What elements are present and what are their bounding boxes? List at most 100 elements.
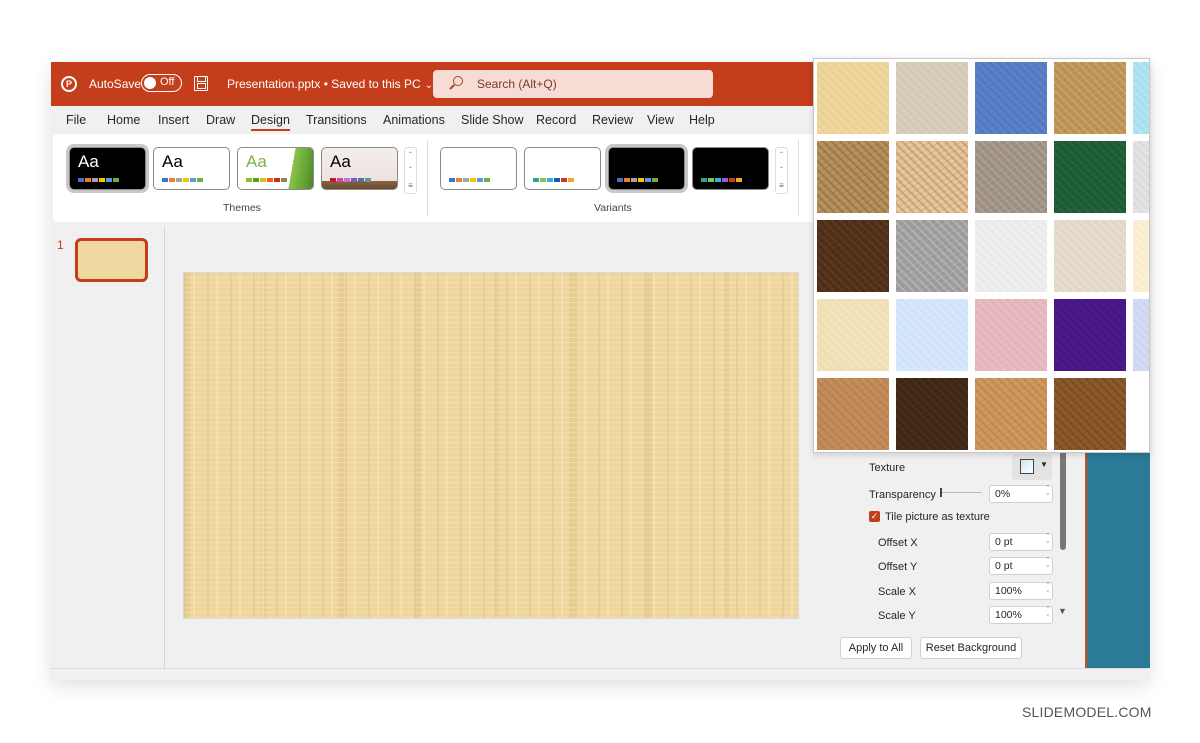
- color-swatch: [183, 178, 189, 182]
- spinner-arrows-icon[interactable]: ˆˇ: [1047, 534, 1049, 550]
- texture-tile[interactable]: [1133, 299, 1149, 371]
- spinner-arrows-icon[interactable]: ˆˇ: [1047, 486, 1049, 502]
- texture-tile[interactable]: [1133, 220, 1149, 292]
- search-box[interactable]: Search (Alt+Q): [433, 70, 713, 98]
- texture-tile[interactable]: [817, 378, 889, 450]
- offset-y-input[interactable]: 0 pt ˆ ˇ: [989, 557, 1053, 575]
- offset-x-label: Offset X: [878, 537, 918, 549]
- transparency-slider[interactable]: [940, 488, 982, 497]
- color-swatch: [729, 178, 735, 182]
- color-swatch: [554, 178, 560, 182]
- texture-tile[interactable]: [1133, 62, 1149, 134]
- tab-insert[interactable]: Insert: [158, 113, 189, 127]
- color-swatch: [99, 178, 105, 182]
- apply-to-all-button[interactable]: Apply to All: [840, 637, 912, 659]
- transparency-input[interactable]: 0% ˆ ˇ: [989, 485, 1053, 503]
- theme-thumbnail[interactable]: Aa: [153, 147, 230, 190]
- texture-tile[interactable]: [1133, 141, 1149, 213]
- tab-draw[interactable]: Draw: [206, 113, 235, 127]
- texture-picker-button[interactable]: ▼: [1012, 454, 1052, 480]
- tab-animations[interactable]: Animations: [383, 113, 445, 127]
- tile-checkbox[interactable]: ✓: [869, 511, 880, 522]
- color-swatch: [561, 178, 567, 182]
- variant-thumbnail[interactable]: [605, 144, 688, 193]
- slide-thumbnail[interactable]: [75, 238, 148, 282]
- pane-scrollbar[interactable]: ▼: [1058, 436, 1068, 616]
- variants-scroll[interactable]: ˆ ˇ ≡: [775, 147, 788, 194]
- spinner-arrows-icon[interactable]: ˆˇ: [1047, 583, 1049, 599]
- texture-tile[interactable]: [896, 220, 968, 292]
- spinner-arrows-icon[interactable]: ˆˇ: [1047, 607, 1049, 623]
- texture-tile[interactable]: [975, 62, 1047, 134]
- texture-tile[interactable]: [817, 62, 889, 134]
- spinner-arrows-icon[interactable]: ˆˇ: [1047, 558, 1049, 574]
- group-divider: [427, 140, 428, 216]
- texture-tile[interactable]: [817, 141, 889, 213]
- document-title[interactable]: Presentation.pptx • Saved to this PC ⌄: [227, 77, 433, 91]
- texture-tile[interactable]: [1054, 299, 1126, 371]
- save-icon[interactable]: [194, 76, 208, 91]
- color-swatch: [176, 178, 182, 182]
- color-swatches: [533, 178, 574, 182]
- reset-background-button[interactable]: Reset Background: [920, 637, 1022, 659]
- slide-number: 1: [57, 238, 64, 252]
- theme-thumbnail[interactable]: Aa: [321, 147, 398, 190]
- color-swatch: [274, 178, 280, 182]
- tab-transitions[interactable]: Transitions: [306, 113, 367, 127]
- scale-y-value: 100%: [995, 609, 1022, 621]
- tab-view[interactable]: View: [647, 113, 674, 127]
- powerpoint-logo-icon: P: [61, 76, 77, 92]
- offset-x-input[interactable]: 0 pt ˆ ˇ: [989, 533, 1053, 551]
- tab-record[interactable]: Record: [536, 113, 576, 127]
- texture-tile[interactable]: [817, 220, 889, 292]
- tab-design[interactable]: Design: [251, 113, 290, 131]
- variant-thumbnail[interactable]: [692, 147, 769, 190]
- scale-y-input[interactable]: 100% ˆ ˇ: [989, 606, 1053, 624]
- texture-tile[interactable]: [1054, 220, 1126, 292]
- tab-slide-show[interactable]: Slide Show: [461, 113, 524, 127]
- scrollbar-thumb[interactable]: [1060, 436, 1066, 550]
- texture-tile[interactable]: [896, 299, 968, 371]
- texture-tile[interactable]: [1054, 62, 1126, 134]
- color-swatches: [617, 178, 658, 182]
- texture-tile[interactable]: [975, 299, 1047, 371]
- tab-home[interactable]: Home: [107, 113, 140, 127]
- color-swatch: [736, 178, 742, 182]
- texture-tile[interactable]: [896, 141, 968, 213]
- themes-scroll[interactable]: ˆ ˇ ≡: [404, 147, 417, 194]
- texture-gallery-dropdown: [813, 58, 1150, 453]
- theme-thumbnail[interactable]: Aa: [237, 147, 314, 190]
- transparency-label: Transparency: [869, 489, 936, 501]
- tab-help[interactable]: Help: [689, 113, 715, 127]
- autosave-toggle[interactable]: Off: [141, 74, 182, 92]
- tab-review[interactable]: Review: [592, 113, 633, 127]
- color-swatch: [624, 178, 630, 182]
- color-swatch: [365, 178, 371, 182]
- texture-tile[interactable]: [975, 220, 1047, 292]
- texture-tile[interactable]: [817, 299, 889, 371]
- color-swatch: [78, 178, 84, 182]
- texture-tile[interactable]: [975, 141, 1047, 213]
- texture-tile[interactable]: [975, 378, 1047, 450]
- scale-x-input[interactable]: 100% ˆ ˇ: [989, 582, 1053, 600]
- theme-sample-text: Aa: [162, 152, 183, 171]
- variant-thumbnail[interactable]: [440, 147, 517, 190]
- texture-tile[interactable]: [896, 378, 968, 450]
- color-swatch: [162, 178, 168, 182]
- slide-canvas[interactable]: [183, 272, 799, 619]
- color-swatch: [267, 178, 273, 182]
- texture-tile[interactable]: [1054, 378, 1126, 450]
- theme-thumbnail[interactable]: Aa: [66, 144, 149, 193]
- autosave-state: Off: [160, 76, 175, 88]
- texture-tile[interactable]: [1054, 141, 1126, 213]
- group-divider: [798, 140, 799, 216]
- color-swatches: [701, 178, 742, 182]
- color-swatches: [78, 178, 119, 182]
- color-swatch: [85, 178, 91, 182]
- tab-file[interactable]: File: [66, 113, 86, 127]
- scroll-down-icon[interactable]: ▼: [1058, 606, 1067, 616]
- texture-tile[interactable]: [896, 62, 968, 134]
- variant-thumbnail[interactable]: [524, 147, 601, 190]
- color-swatch: [246, 178, 252, 182]
- color-swatch: [351, 178, 357, 182]
